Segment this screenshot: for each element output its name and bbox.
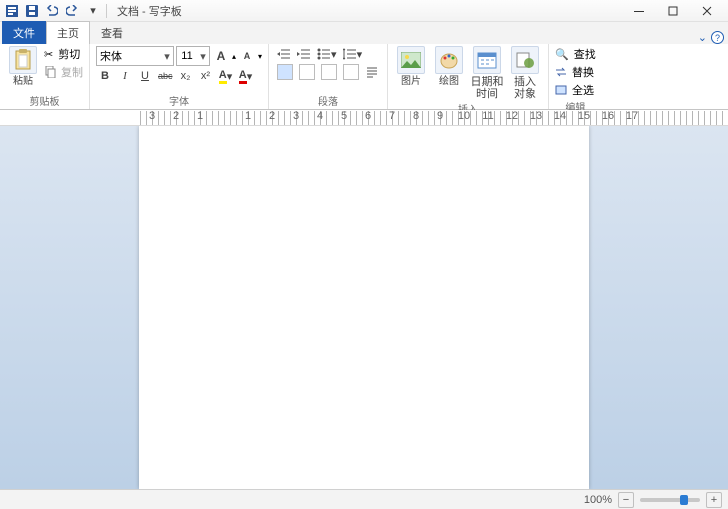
zoom-in-button[interactable]: + <box>706 492 722 508</box>
save-icon[interactable] <box>24 3 40 19</box>
zoom-out-button[interactable]: − <box>618 492 634 508</box>
increase-indent-button[interactable] <box>295 46 313 62</box>
ruler-tick: 2 <box>260 110 284 126</box>
copy-icon <box>44 66 56 78</box>
ruler-tick: 7 <box>380 110 404 126</box>
workspace <box>0 126 728 489</box>
group-font: ▾ ▾ A▴ A▾ B I U abc x₂ x² A▾ A▾ 字体 <box>90 44 269 109</box>
tab-home[interactable]: 主页 <box>46 21 90 44</box>
superscript-button[interactable]: x² <box>197 68 215 84</box>
ruler-tick <box>212 110 236 126</box>
paragraph-dialog-button[interactable] <box>363 64 381 80</box>
chevron-down-icon[interactable]: ▾ <box>197 50 209 63</box>
clipboard-icon <box>9 46 37 74</box>
ruler-tick: 8 <box>404 110 428 126</box>
paste-button[interactable]: 粘贴 <box>6 46 40 87</box>
tab-file[interactable]: 文件 <box>2 21 46 44</box>
redo-icon[interactable] <box>64 3 80 19</box>
align-justify-button[interactable] <box>341 64 361 80</box>
font-size-input[interactable] <box>177 50 197 62</box>
statusbar: 100% − + <box>0 489 728 509</box>
ruler-tick: 10 <box>452 110 476 126</box>
shrink-font-button[interactable]: A <box>238 48 256 64</box>
font-color-button[interactable]: A▾ <box>237 68 255 84</box>
ruler[interactable]: 3211234567891011121314151617 <box>0 110 728 126</box>
picture-icon <box>397 46 425 74</box>
titlebar: ▾ 文档 - 写字板 <box>0 0 728 22</box>
decrease-indent-button[interactable] <box>275 46 293 62</box>
ruler-tick: 17 <box>620 110 644 126</box>
bullets-button[interactable]: ▾ <box>315 46 339 62</box>
highlight-button[interactable]: A▾ <box>217 68 235 84</box>
font-name-input[interactable] <box>97 50 161 62</box>
insert-datetime-button[interactable]: 日期和时间 <box>470 46 504 100</box>
ruler-tick: 16 <box>596 110 620 126</box>
cut-button[interactable]: ✂剪切 <box>44 46 83 62</box>
ruler-tick: 3 <box>140 110 164 126</box>
align-left-button[interactable] <box>275 64 295 80</box>
strike-button[interactable]: abc <box>156 68 175 84</box>
ruler-tick: 3 <box>284 110 308 126</box>
replace-icon <box>555 67 567 77</box>
chevron-down-icon[interactable]: ▾ <box>161 50 173 63</box>
line-spacing-button[interactable]: ▾ <box>341 46 365 62</box>
bold-button[interactable]: B <box>96 68 114 84</box>
help-icon[interactable]: ? <box>711 31 724 44</box>
ruler-tick: 9 <box>428 110 452 126</box>
tab-view[interactable]: 查看 <box>90 21 134 44</box>
search-icon: 🔍 <box>555 48 569 61</box>
ruler-tick: 15 <box>572 110 596 126</box>
maximize-button[interactable] <box>656 1 690 21</box>
group-paragraph: ▾ ▾ 段落 <box>269 44 388 109</box>
ribbon-tabs: 文件 主页 查看 ⌄ ? <box>0 22 728 44</box>
calendar-icon <box>473 46 501 74</box>
document-page[interactable] <box>139 126 589 489</box>
ruler-tick: 13 <box>524 110 548 126</box>
font-name-combo[interactable]: ▾ <box>96 46 174 66</box>
object-icon <box>511 46 539 74</box>
insert-paint-button[interactable]: 绘图 <box>432 46 466 87</box>
ruler-tick: 1 <box>236 110 260 126</box>
ruler-tick: 5 <box>332 110 356 126</box>
select-all-icon <box>555 85 567 95</box>
group-clipboard: 粘贴 ✂剪切 复制 剪贴板 <box>0 44 90 109</box>
subscript-button[interactable]: x₂ <box>177 68 195 84</box>
ruler-tick: 2 <box>164 110 188 126</box>
scissors-icon: ✂ <box>44 48 53 61</box>
undo-icon[interactable] <box>44 3 60 19</box>
ruler-tick: 12 <box>500 110 524 126</box>
font-size-combo[interactable]: ▾ <box>176 46 210 66</box>
underline-button[interactable]: U <box>136 68 154 84</box>
group-insert: 图片 绘图 日期和时间 插入对象 插入 <box>388 44 549 109</box>
insert-picture-button[interactable]: 图片 <box>394 46 428 87</box>
grow-font-button[interactable]: A <box>212 48 230 64</box>
italic-button[interactable]: I <box>116 68 134 84</box>
close-button[interactable] <box>690 1 724 21</box>
ruler-tick: 1 <box>188 110 212 126</box>
qat-customize-icon[interactable]: ▾ <box>84 3 102 19</box>
ruler-tick: 11 <box>476 110 500 126</box>
ruler-tick: 6 <box>356 110 380 126</box>
ribbon: 粘贴 ✂剪切 复制 剪贴板 ▾ ▾ A▴ A▾ B I U <box>0 44 728 110</box>
selectall-button[interactable]: 全选 <box>555 82 596 98</box>
window-title: 文档 - 写字板 <box>117 3 182 19</box>
insert-object-button[interactable]: 插入对象 <box>508 46 542 100</box>
zoom-slider[interactable] <box>640 498 700 502</box>
find-button[interactable]: 🔍查找 <box>555 46 596 62</box>
align-center-button[interactable] <box>297 64 317 80</box>
app-icon <box>4 3 20 19</box>
ruler-tick: 14 <box>548 110 572 126</box>
ribbon-minimize-icon[interactable]: ⌄ <box>698 31 707 44</box>
paint-icon <box>435 46 463 74</box>
ruler-tick: 4 <box>308 110 332 126</box>
replace-button[interactable]: 替换 <box>555 64 596 80</box>
copy-button[interactable]: 复制 <box>44 64 83 80</box>
quick-access-toolbar: ▾ <box>4 3 102 19</box>
zoom-level: 100% <box>584 494 612 506</box>
align-right-button[interactable] <box>319 64 339 80</box>
group-editing: 🔍查找 替换 全选 编辑 <box>549 44 602 109</box>
minimize-button[interactable] <box>622 1 656 21</box>
